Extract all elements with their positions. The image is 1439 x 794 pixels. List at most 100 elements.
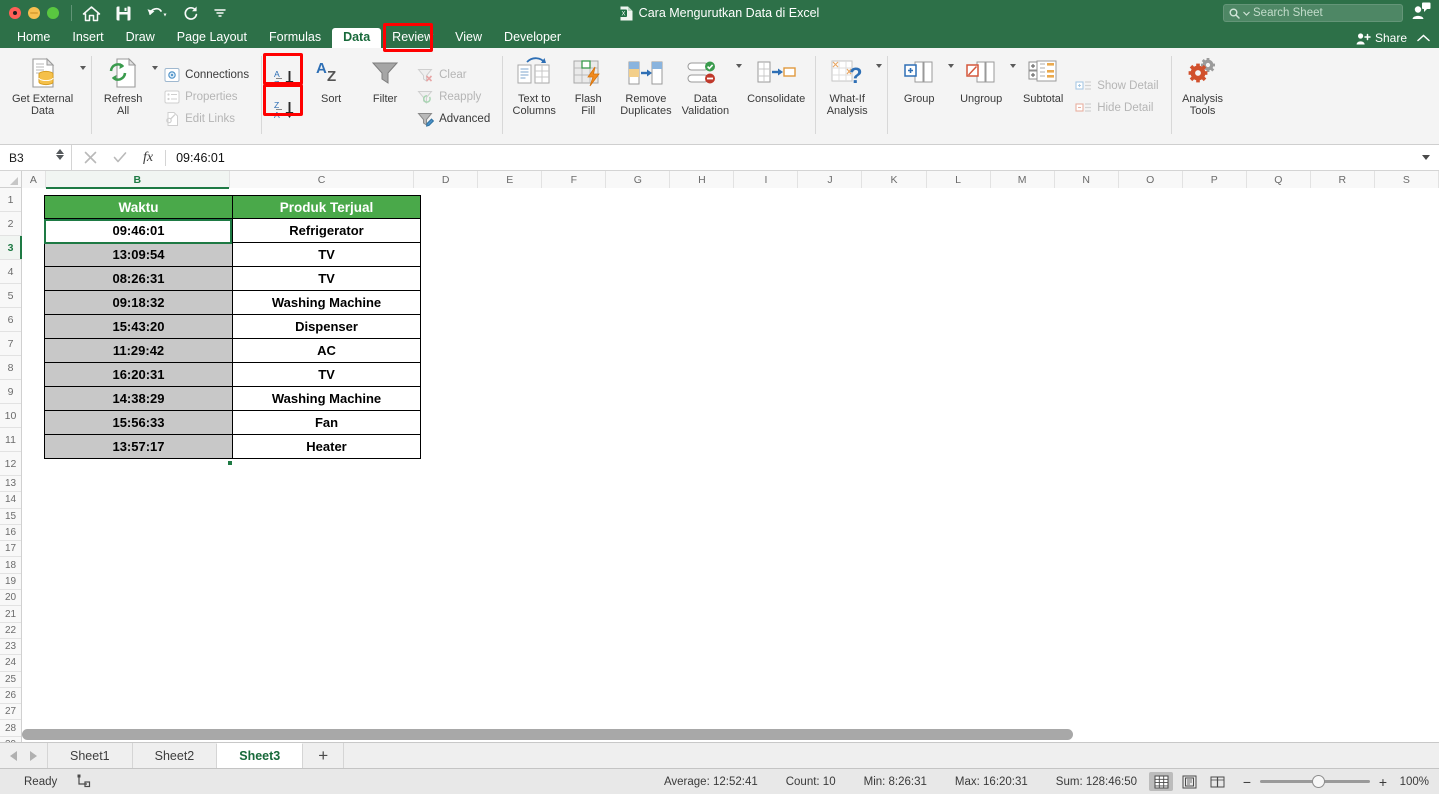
maximize-button[interactable] [47,7,59,19]
column-header-J[interactable]: J [798,171,863,188]
sort-descending-button[interactable]: ZA [270,100,300,126]
row-header-22[interactable]: 22 [0,622,21,639]
row-header-6[interactable]: 6 [0,308,21,332]
reapply-filter-button[interactable]: Reapply [414,87,495,108]
page-break-view-icon[interactable] [1205,772,1229,791]
row-header-21[interactable]: 21 [0,606,21,623]
column-header-Q[interactable]: Q [1246,171,1311,188]
page-layout-view-icon[interactable] [1177,772,1201,791]
sort-ascending-button[interactable]: AZ [270,69,300,95]
cell-waktu-4[interactable]: 13:09:54 [44,242,233,267]
filter-button[interactable]: Filter [358,50,412,144]
row-header-17[interactable]: 17 [0,541,21,558]
row-header-27[interactable]: 27 [0,704,21,721]
search-input[interactable]: Search Sheet [1223,4,1403,22]
table-header-cell-produk[interactable]: Produk Terjual [232,195,421,219]
column-header-L[interactable]: L [926,171,991,188]
refresh-all-button[interactable]: Refresh All [96,50,150,119]
row-header-19[interactable]: 19 [0,573,21,591]
cancel-icon[interactable] [84,151,97,164]
column-header-E[interactable]: E [478,171,543,188]
column-header-B[interactable]: B [45,171,230,189]
cell-produk-8[interactable]: AC [232,338,421,363]
chevron-up-icon[interactable] [1417,31,1430,45]
column-header-O[interactable]: O [1118,171,1183,188]
cell-produk-11[interactable]: Fan [232,410,421,435]
row-header-3[interactable]: 3 [0,236,22,260]
column-header-K[interactable]: K [862,171,927,188]
row-header-20[interactable]: 20 [0,590,21,607]
zoom-slider[interactable] [1260,775,1370,788]
column-header-F[interactable]: F [542,171,607,188]
next-sheet-icon[interactable] [30,750,37,761]
tab-home[interactable]: Home [6,28,61,48]
row-header-12[interactable]: 12 [0,452,21,476]
tab-draw[interactable]: Draw [115,28,166,48]
customize-toolbar-icon[interactable] [213,6,227,20]
sheet-tab-sheet2[interactable]: Sheet2 [131,743,218,768]
save-icon[interactable] [115,5,132,22]
consolidate-button[interactable]: Consolidate [742,50,810,144]
chevron-down-icon[interactable] [876,64,883,68]
cell-waktu-3[interactable]: 09:46:01 [44,218,233,243]
row-header-18[interactable]: 18 [0,557,21,574]
cell-produk-5[interactable]: TV [232,266,421,291]
chevron-down-icon[interactable] [1422,155,1430,160]
fill-handle[interactable] [227,460,233,466]
row-header-15[interactable]: 15 [0,508,21,525]
ungroup-button[interactable]: Ungroup [954,50,1008,107]
row-header-10[interactable]: 10 [0,404,21,428]
cell-produk-12[interactable]: Heater [232,434,421,459]
tab-page-layout[interactable]: Page Layout [166,28,258,48]
row-header-26[interactable]: 26 [0,687,21,705]
data-validation-button[interactable]: Data Validation [677,50,735,119]
what-if-analysis-button[interactable]: ? What-If Analysis [820,50,874,119]
row-header-11[interactable]: 11 [0,428,21,452]
row-header-9[interactable]: 9 [0,380,21,404]
name-box[interactable]: B3 [0,145,72,170]
user-account-icon[interactable] [1411,2,1431,25]
cell-produk-10[interactable]: Washing Machine [232,386,421,411]
tab-insert[interactable]: Insert [61,28,114,48]
subtotal-button[interactable]: Subtotal [1016,50,1070,144]
zoom-slider-handle[interactable] [1312,775,1325,788]
share-button[interactable]: Share [1356,31,1407,45]
formula-input[interactable]: 09:46:01 [166,145,1422,170]
close-button[interactable] [9,7,21,19]
column-header-I[interactable]: I [734,171,799,188]
row-header-14[interactable]: 14 [0,492,21,509]
column-header-D[interactable]: D [414,171,479,188]
horizontal-scroll-thumb[interactable] [22,729,1073,740]
cell-waktu-11[interactable]: 15:56:33 [44,410,233,435]
select-all-corner[interactable] [0,171,22,187]
row-header-8[interactable]: 8 [0,356,21,380]
undo-icon[interactable] [146,5,168,21]
normal-view-icon[interactable] [1149,772,1173,791]
column-header-H[interactable]: H [670,171,735,188]
cell-waktu-9[interactable]: 16:20:31 [44,362,233,387]
column-header-G[interactable]: G [606,171,671,188]
edit-links-button[interactable]: Edit Links [160,109,254,130]
name-box-spinner[interactable] [56,149,64,160]
minimize-button[interactable] [28,7,40,19]
cell-waktu-6[interactable]: 09:18:32 [44,290,233,315]
cell-produk-3[interactable]: Refrigerator [232,218,421,243]
tab-formulas[interactable]: Formulas [258,28,332,48]
zoom-in-button[interactable]: + [1377,774,1389,790]
row-header-25[interactable]: 25 [0,671,21,688]
cell-produk-4[interactable]: TV [232,242,421,267]
chevron-down-icon[interactable] [80,66,87,70]
table-header-cell-waktu[interactable]: Waktu [44,195,233,219]
previous-sheet-icon[interactable] [10,750,17,761]
group-button[interactable]: Group [892,50,946,107]
cell-waktu-12[interactable]: 13:57:17 [44,434,233,459]
properties-button[interactable]: Properties [160,87,254,108]
confirm-icon[interactable] [113,151,127,164]
sort-button[interactable]: AZ Sort [304,50,358,144]
column-header-A[interactable]: A [22,171,46,188]
hide-detail-button[interactable]: Hide Detail [1072,98,1163,119]
cell-waktu-5[interactable]: 08:26:31 [44,266,233,291]
row-header-7[interactable]: 7 [0,332,21,356]
flash-fill-button[interactable]: Flash Fill [561,50,615,144]
column-header-S[interactable]: S [1374,171,1439,188]
